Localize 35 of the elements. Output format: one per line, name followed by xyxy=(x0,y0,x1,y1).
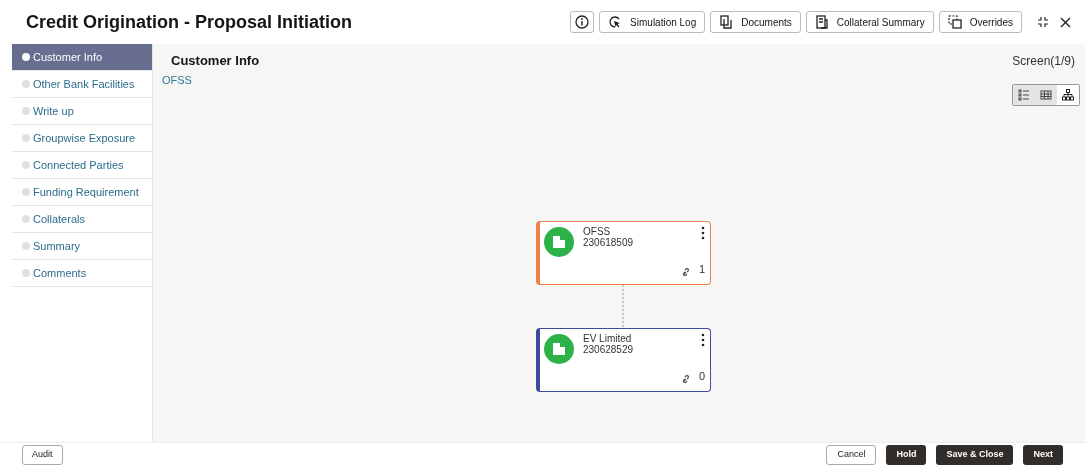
link-count: 1 xyxy=(698,262,705,277)
customer-link[interactable]: OFSS xyxy=(162,72,192,89)
close-icon[interactable] xyxy=(1060,16,1071,28)
info-icon xyxy=(575,15,590,29)
toolbar-button[interactable]: Documents xyxy=(710,11,801,33)
hierarchy-icon[interactable] xyxy=(1057,85,1079,105)
section-heading: Customer Info xyxy=(171,52,260,70)
dashed-square-icon xyxy=(947,15,962,29)
more-icon[interactable] xyxy=(701,226,705,240)
footer-button[interactable]: Cancel xyxy=(826,444,877,465)
customer-id: 230628529 xyxy=(583,343,634,357)
list-icon[interactable] xyxy=(1013,85,1035,105)
customer-card[interactable]: EV Limited 230628529 0 xyxy=(536,328,711,392)
toolbar-button[interactable]: Simulation Log xyxy=(599,11,706,33)
screen-counter: Screen(1/9) xyxy=(1012,53,1075,70)
footer-button[interactable]: Hold xyxy=(886,444,927,465)
footer-button[interactable]: Save & Close xyxy=(936,444,1014,465)
customer-name: EV Limited xyxy=(583,332,632,345)
customer-id: 230618509 xyxy=(583,236,634,250)
more-icon[interactable] xyxy=(701,333,705,347)
link-count: 0 xyxy=(698,369,705,384)
window-title: Credit Origination - Proposal Initiation xyxy=(26,10,352,34)
toolbar-button[interactable]: Overrides xyxy=(938,11,1022,33)
info-button[interactable] xyxy=(570,11,595,33)
toolbar-button[interactable]: Collateral Summary xyxy=(805,11,934,33)
minimize-icon[interactable] xyxy=(1037,16,1049,28)
step-item[interactable]: Customer Info xyxy=(12,44,152,71)
audit-button[interactable]: Audit xyxy=(22,444,63,465)
footer-button[interactable]: Next xyxy=(1023,444,1063,465)
table-icon[interactable] xyxy=(1035,85,1057,105)
customer-card[interactable]: OFSS 230618509 1 xyxy=(536,221,711,285)
link-icon xyxy=(682,268,690,276)
connector-line xyxy=(622,285,624,328)
link-icon xyxy=(682,375,690,383)
customer-name: OFSS xyxy=(583,225,611,238)
